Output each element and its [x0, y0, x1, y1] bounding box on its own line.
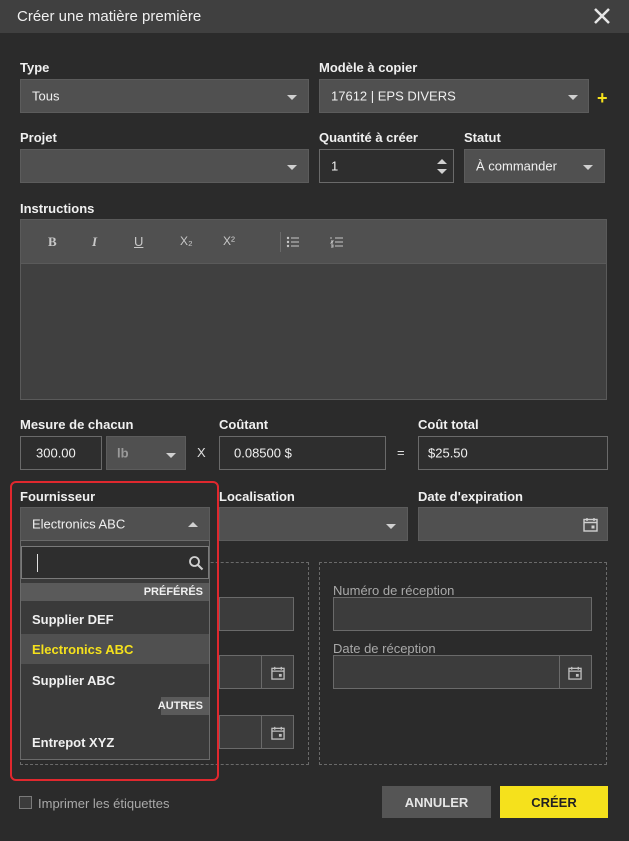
chevron-down-icon	[583, 165, 593, 170]
calendar-icon[interactable]	[271, 726, 285, 740]
type-select[interactable]: Tous	[20, 79, 309, 113]
calendar-icon[interactable]	[568, 666, 582, 680]
model-select[interactable]: 17612 | EPS DIVERS	[319, 79, 589, 113]
total-value: $25.50	[428, 445, 468, 461]
print-labels-checkbox[interactable]	[19, 796, 32, 809]
cost-label: Coûtant	[219, 417, 269, 432]
reception-number-label: Numéro de réception	[333, 583, 455, 598]
project-select[interactable]	[20, 149, 309, 183]
status-label: Statut	[464, 130, 501, 145]
expiration-label: Date d'expiration	[418, 489, 523, 504]
chevron-down-icon	[386, 524, 396, 529]
supplier-highlight-box	[10, 481, 219, 781]
expiration-date-input[interactable]	[418, 507, 608, 541]
location-label: Localisation	[219, 489, 295, 504]
times-symbol: X	[197, 445, 206, 460]
plus-icon[interactable]: +	[597, 88, 608, 109]
cost-value: 0.08500 $	[234, 445, 292, 461]
left-group-date-2[interactable]	[219, 715, 294, 749]
type-value: Tous	[32, 88, 60, 104]
unit-value: lb	[117, 445, 129, 461]
chevron-down-icon	[287, 95, 297, 100]
location-select[interactable]	[219, 507, 408, 541]
unit-select[interactable]: lb	[106, 436, 186, 470]
chevron-down-icon	[568, 95, 578, 100]
left-group-field-1[interactable]	[219, 597, 294, 631]
status-select[interactable]: À commander	[464, 149, 605, 183]
total-label: Coût total	[418, 417, 479, 432]
quantity-value: 1	[331, 158, 339, 174]
equals-symbol: =	[397, 445, 405, 460]
print-labels-label: Imprimer les étiquettes	[38, 796, 170, 811]
dialog-title-bar: Créer une matière première	[0, 0, 629, 33]
bold-button[interactable]: B	[48, 234, 57, 250]
model-label: Modèle à copier	[319, 60, 418, 75]
reception-number-input[interactable]	[333, 597, 592, 631]
type-label: Type	[20, 60, 50, 75]
superscript-button[interactable]: X²	[223, 234, 235, 248]
chevron-down-icon	[166, 453, 176, 458]
close-icon[interactable]	[592, 6, 612, 26]
editor-toolbar: B I U X₂ X²	[21, 220, 606, 264]
project-label: Projet	[20, 130, 57, 145]
calendar-icon[interactable]	[583, 517, 598, 532]
reception-date-label: Date de réception	[333, 641, 436, 656]
numbered-list-icon[interactable]	[330, 236, 344, 248]
instructions-editor[interactable]: B I U X₂ X²	[20, 219, 607, 400]
subscript-button[interactable]: X₂	[180, 234, 193, 248]
total-input[interactable]: $25.50	[418, 436, 608, 470]
bullet-list-icon[interactable]	[286, 236, 300, 248]
chevron-down-icon	[287, 165, 297, 170]
model-value: 17612 | EPS DIVERS	[331, 88, 456, 104]
status-value: À commander	[476, 158, 557, 174]
create-button[interactable]: CRÉER	[500, 786, 608, 818]
cancel-button[interactable]: ANNULER	[382, 786, 491, 818]
stepper-down-icon[interactable]	[437, 169, 447, 174]
instructions-label: Instructions	[20, 201, 95, 216]
measure-input[interactable]: 300.00	[20, 436, 102, 470]
dialog-title: Créer une matière première	[17, 8, 202, 25]
italic-button[interactable]: I	[92, 234, 97, 250]
underline-button[interactable]: U	[134, 234, 143, 249]
reception-date-input[interactable]	[333, 655, 592, 689]
stepper-up-icon[interactable]	[437, 159, 447, 164]
cost-input[interactable]: 0.08500 $	[219, 436, 386, 470]
quantity-stepper[interactable]: 1	[319, 149, 454, 183]
toolbar-divider	[280, 232, 281, 252]
left-group-date-1[interactable]	[219, 655, 294, 689]
measure-label: Mesure de chacun	[20, 417, 134, 432]
measure-value: 300.00	[36, 445, 76, 461]
quantity-label: Quantité à créer	[319, 130, 418, 145]
calendar-icon[interactable]	[271, 666, 285, 680]
